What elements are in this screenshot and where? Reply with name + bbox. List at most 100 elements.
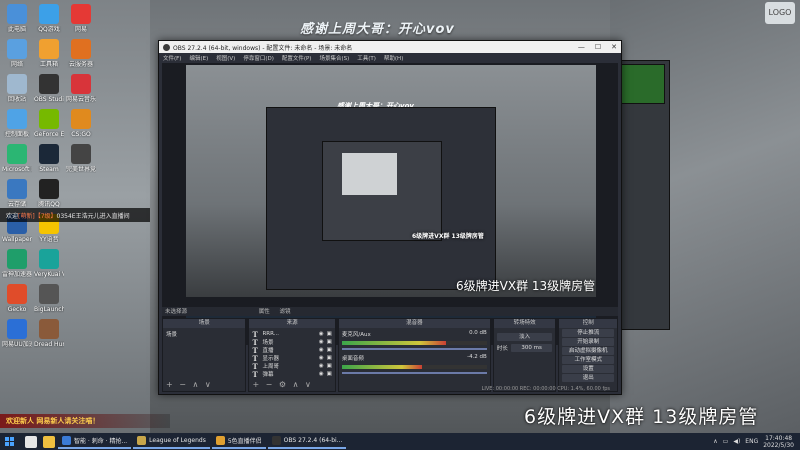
source-item[interactable]: T 直播 ◉ ▣: [252, 346, 332, 355]
desktop-icon[interactable]: CS:GO: [66, 109, 96, 138]
taskbar-app-icon: [215, 436, 225, 445]
menu-item[interactable]: 工具(T): [357, 54, 376, 62]
close-icon[interactable]: ✕: [611, 43, 617, 51]
volume-icon[interactable]: ◀): [733, 438, 740, 445]
duration-input[interactable]: 300 ms: [510, 344, 553, 352]
desktop-icon[interactable]: VeryKuai VX: [34, 249, 64, 278]
desktop-icon[interactable]: 云存储: [2, 179, 32, 208]
source-item[interactable]: T RRR... ◉ ▣: [252, 330, 332, 339]
app-icon: [39, 39, 59, 59]
taskbar-app[interactable]: 5色直播伴侣: [211, 434, 266, 449]
control-button[interactable]: 启动虚拟摄像机: [562, 347, 615, 355]
obs-titlebar[interactable]: OBS 27.2.4 (64-bit, windows) - 配置文件: 未命名…: [159, 41, 621, 53]
source-item[interactable]: T 场景 ◉ ▣: [252, 338, 332, 347]
taskbar-app[interactable]: OBS 27.2.4 (64-bi...: [267, 434, 347, 449]
desktop-icon[interactable]: QQ游戏: [34, 4, 64, 33]
maximize-icon[interactable]: ☐: [595, 43, 601, 51]
desktop-icon[interactable]: Gecko: [2, 284, 32, 313]
tray-chevron-icon[interactable]: ∧: [713, 438, 717, 445]
desktop-icon-label: 雷神加速器: [2, 271, 32, 278]
scene-item[interactable]: 场景: [166, 330, 242, 338]
start-button[interactable]: [3, 435, 19, 449]
visibility-icon[interactable]: ◉: [319, 355, 324, 361]
lock-icon[interactable]: ▣: [327, 371, 332, 377]
desktop-icon[interactable]: 腾讯QQ: [34, 179, 64, 208]
menu-item[interactable]: 视图(V): [216, 54, 235, 62]
visibility-icon[interactable]: ◉: [319, 371, 324, 377]
desktop-icon[interactable]: 网易UU加速器: [2, 319, 32, 348]
clock[interactable]: 17:40:48 2022/5/30: [763, 435, 794, 449]
volume-meter-fill: [341, 365, 422, 369]
menu-item[interactable]: 编辑(E): [189, 54, 208, 62]
desktop-icon[interactable]: 网易: [66, 4, 96, 33]
tab-properties[interactable]: 属性: [259, 309, 270, 315]
desktop-icon-label: 腾讯QQ: [38, 201, 60, 208]
desktop-icon[interactable]: 控制面板: [2, 109, 32, 138]
desktop-icon[interactable]: GeForce Experience: [34, 109, 64, 138]
desktop-icon[interactable]: Steam: [34, 144, 64, 173]
tab-filters[interactable]: 滤镜: [280, 309, 291, 315]
menu-item[interactable]: 停靠窗口(D): [243, 54, 274, 62]
taskbar-app-label: League of Legends: [149, 437, 206, 444]
taskbar-app[interactable]: League of Legends: [133, 434, 210, 449]
app-icon: [71, 109, 91, 129]
visibility-icon[interactable]: ◉: [319, 331, 324, 337]
desktop-icon-label: 控制面板: [4, 131, 29, 138]
scenes-header: 场景: [163, 319, 246, 328]
obs-window[interactable]: OBS 27.2.4 (64-bit, windows) - 配置文件: 未命名…: [158, 40, 622, 395]
desktop-icon-label: 工具箱: [39, 61, 58, 68]
menu-item[interactable]: 帮助(H): [384, 54, 403, 62]
source-label: 显示器: [262, 356, 279, 362]
desktop-icon[interactable]: 工具箱: [34, 39, 64, 68]
desktop-icon-label: GeForce Experience: [34, 131, 64, 138]
desktop-icon[interactable]: 网络: [2, 39, 32, 68]
source-item[interactable]: T 显示器 ◉ ▣: [252, 354, 332, 363]
source-item[interactable]: T 弹幕 ◉ ▣: [252, 370, 332, 379]
file-explorer-icon[interactable]: [43, 435, 55, 448]
taskbar-app[interactable]: 智能 · 刺命 · 精抢...: [58, 434, 132, 449]
desktop-icon[interactable]: Microsoft Edge: [2, 144, 32, 173]
menu-item[interactable]: 文件(F): [163, 54, 181, 62]
minimize-icon[interactable]: —: [578, 43, 585, 51]
control-button[interactable]: 开始录制: [562, 338, 615, 346]
desktop-icon[interactable]: 网易云音乐: [66, 74, 96, 103]
lock-icon[interactable]: ▣: [327, 347, 332, 353]
obs-preview[interactable]: 感谢上周大哥：开心vov 6级牌进VX群 13级牌房管: [162, 63, 618, 345]
control-button[interactable]: 退出: [562, 374, 615, 382]
control-button[interactable]: 停止推流: [562, 329, 615, 337]
network-icon[interactable]: ▭: [723, 438, 729, 445]
search-icon[interactable]: [25, 435, 37, 448]
lock-icon[interactable]: ▣: [327, 339, 332, 345]
app-icon: [7, 249, 27, 269]
desktop-icon[interactable]: 雷神加速器: [2, 249, 32, 278]
visibility-icon[interactable]: ◉: [319, 363, 324, 369]
volume-slider[interactable]: [341, 372, 487, 374]
control-button[interactable]: 工作室模式: [562, 356, 615, 364]
desktop-icon[interactable]: Dread Hunger: [34, 319, 64, 348]
visibility-icon[interactable]: ◉: [319, 339, 324, 345]
app-icon: [39, 74, 59, 94]
visibility-icon[interactable]: ◉: [319, 347, 324, 353]
sources-dock: 来源 T RRR... ◉ ▣ T 场景 ◉ ▣ T 直播 ◉ ▣ T 显示器 ◉ ▣ T 上周哥 ◉ ▣ T 弹幕 ◉ ▣ …: [248, 318, 336, 392]
lock-icon[interactable]: ▣: [327, 363, 332, 369]
system-tray: ∧ ▭ ◀) ENG 17:40:48 2022/5/30: [713, 435, 800, 449]
lock-icon[interactable]: ▣: [327, 355, 332, 361]
desktop-icon[interactable]: 云服务器: [66, 39, 96, 68]
desktop-icon[interactable]: 回收站: [2, 74, 32, 103]
app-icon: [7, 4, 27, 24]
source-item[interactable]: T 上周哥 ◉ ▣: [252, 362, 332, 371]
transition-select[interactable]: 淡入: [496, 333, 553, 341]
control-button[interactable]: 设置: [562, 365, 615, 373]
obs-statusbar: LIVE: 00:00:00 REC: 00:00:00 CPU: 1.4%, …: [481, 386, 610, 392]
volume-slider[interactable]: [341, 348, 487, 350]
desktop-icon[interactable]: BigLaunch: [34, 284, 64, 313]
app-icon: [7, 74, 27, 94]
app-icon: [39, 4, 59, 24]
menu-item[interactable]: 配置文件(P): [282, 54, 312, 62]
desktop-icon[interactable]: 此电脑: [2, 4, 32, 33]
language-indicator[interactable]: ENG: [745, 438, 758, 445]
lock-icon[interactable]: ▣: [327, 331, 332, 337]
menu-item[interactable]: 场景集合(S): [319, 54, 349, 62]
desktop-icon[interactable]: 完美世界竞技: [66, 144, 96, 173]
desktop-icon[interactable]: OBS Studio: [34, 74, 64, 103]
